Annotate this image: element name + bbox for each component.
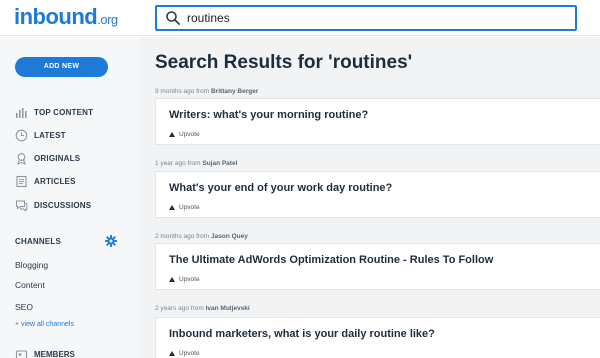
result-meta: 2 years ago from Ivan Muljevski (155, 305, 250, 312)
nav-label: TOP CONTENT (34, 107, 94, 117)
channel-link-blogging[interactable]: Blogging (15, 260, 48, 270)
result-meta: 9 months ago from Brittany Berger (155, 88, 258, 95)
nav-item-discussions[interactable]: DISCUSSIONS (15, 197, 91, 213)
channel-link-seo[interactable]: SEO (15, 302, 33, 312)
gear-icon[interactable] (105, 235, 117, 247)
result-time: 1 year ago from (155, 160, 201, 167)
inbound-logo[interactable]: inbound.org (14, 4, 118, 30)
channel-link-content[interactable]: Content (15, 280, 45, 290)
search-icon (166, 11, 180, 25)
result-card[interactable]: The Ultimate AdWords Optimization Routin… (155, 243, 600, 290)
result-card[interactable]: Inbound marketers, what is your daily ro… (155, 317, 600, 358)
nav-label: DISCUSSIONS (34, 200, 92, 210)
members-label: MEMBERS (34, 350, 75, 358)
nav-label: ARTICLES (34, 176, 76, 186)
result-author[interactable]: Sujan Patel (202, 160, 237, 167)
chat-icon (16, 200, 28, 212)
result-author[interactable]: Ivan Muljevski (206, 305, 250, 312)
result-time: 2 years ago from (155, 305, 204, 312)
result-title[interactable]: What's your end of your work day routine… (169, 182, 392, 194)
nav-item-top-content[interactable]: TOP CONTENT (15, 104, 93, 120)
upvote-button[interactable]: Upvote (169, 350, 200, 357)
result-title[interactable]: The Ultimate AdWords Optimization Routin… (169, 254, 493, 266)
document-icon (16, 175, 27, 187)
nav-item-originals[interactable]: ORIGINALS (15, 150, 80, 166)
channels-heading: CHANNELS (15, 237, 62, 246)
result-author[interactable]: Brittany Berger (211, 88, 258, 95)
nav-label: LATEST (34, 130, 66, 140)
search-results-area: Search Results for 'routines' 9 months a… (140, 37, 600, 358)
search-input[interactable] (187, 9, 567, 27)
bar-chart-icon (16, 107, 27, 118)
result-card[interactable]: What's your end of your work day routine… (155, 171, 600, 218)
nav-label: ORIGINALS (34, 153, 81, 163)
upvote-label: Upvote (179, 276, 200, 283)
nav-item-latest[interactable]: LATEST (15, 127, 66, 143)
result-title[interactable]: Writers: what's your morning routine? (169, 109, 368, 121)
result-time: 9 months ago from (155, 88, 210, 95)
nav-item-members[interactable]: MEMBERS (15, 348, 75, 358)
members-icon (15, 350, 28, 358)
result-card[interactable]: Writers: what's your morning routine? Up… (155, 98, 600, 145)
page-title: Search Results for 'routines' (155, 52, 413, 73)
upvote-button[interactable]: Upvote (169, 204, 200, 211)
upvote-label: Upvote (179, 204, 200, 211)
result-meta: 2 months ago from Jason Quey (155, 233, 248, 240)
add-new-button[interactable]: ADD NEW (15, 57, 108, 77)
clock-icon (15, 129, 28, 141)
upvote-label: Upvote (179, 350, 200, 357)
result-title[interactable]: Inbound marketers, what is your daily ro… (169, 328, 435, 340)
award-icon (17, 152, 26, 165)
upvote-arrow-icon (169, 205, 175, 210)
result-time: 2 months ago from (155, 233, 210, 240)
result-meta: 1 year ago from Sujan Patel (155, 160, 237, 167)
top-header: inbound.org (0, 0, 600, 36)
upvote-arrow-icon (169, 277, 175, 282)
upvote-button[interactable]: Upvote (169, 276, 200, 283)
upvote-arrow-icon (169, 351, 175, 356)
logo-main-text: inbound (14, 4, 98, 29)
search-bar[interactable] (155, 5, 577, 31)
sidebar: ADD NEW TOP CONTENT LATEST ORIGINALS ART… (0, 37, 140, 358)
nav-item-articles[interactable]: ARTICLES (15, 173, 76, 189)
logo-suffix-text: .org (97, 12, 118, 27)
upvote-button[interactable]: Upvote (169, 131, 200, 138)
upvote-arrow-icon (169, 132, 175, 137)
result-author[interactable]: Jason Quey (211, 233, 248, 240)
upvote-label: Upvote (179, 131, 200, 138)
view-all-channels-link[interactable]: + view all channels (15, 321, 74, 328)
